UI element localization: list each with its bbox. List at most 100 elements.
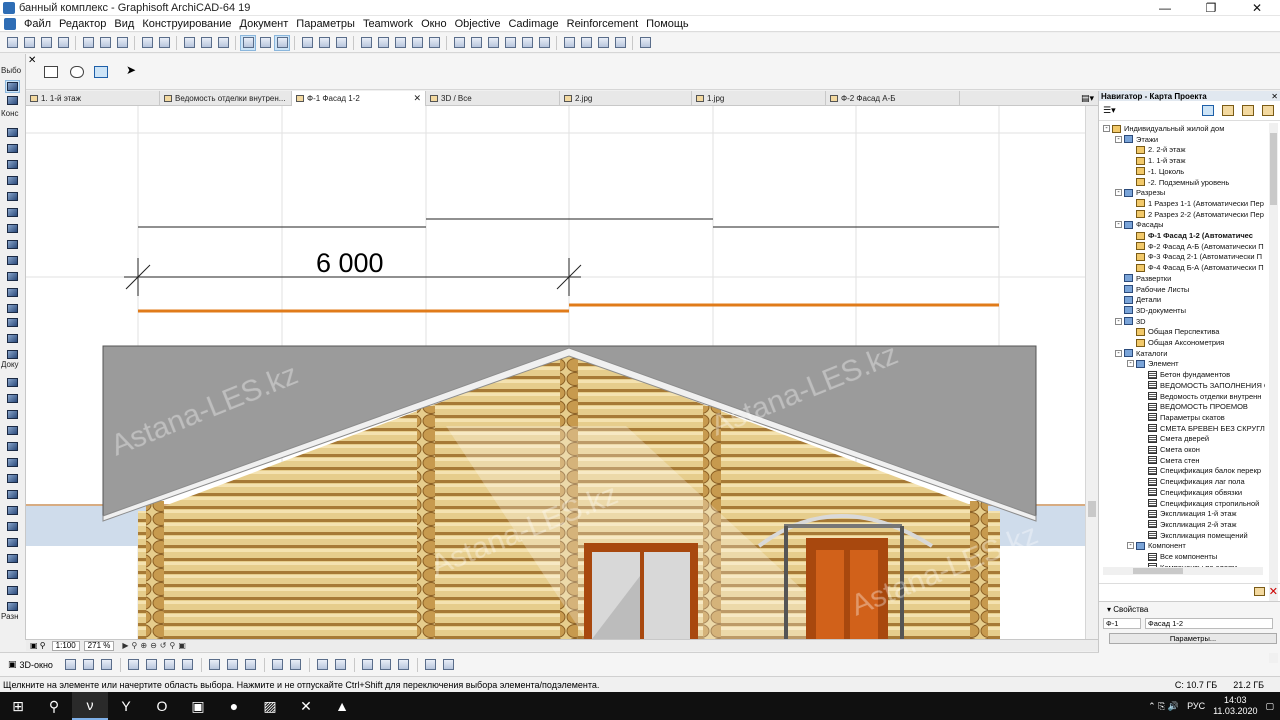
menu-item[interactable]: Reinforcement <box>563 18 643 30</box>
view-tab[interactable]: Ф-2 Фасад А-Б <box>826 91 960 106</box>
tree-toggle-icon[interactable]: - <box>1115 221 1122 229</box>
tree-scroll-thumb[interactable] <box>1270 133 1277 205</box>
zone-tool-icon[interactable] <box>5 332 20 345</box>
print-icon[interactable] <box>55 35 71 51</box>
zoom-tools-icon[interactable]: ▶⚲⊕⊖↺⚲▣ <box>122 641 189 650</box>
infobox-close-icon[interactable]: ✕ <box>28 55 36 66</box>
whatsapp-icon[interactable]: ● <box>216 692 252 720</box>
menu-item[interactable]: Редактор <box>55 18 110 30</box>
zoom-area-icon[interactable] <box>270 657 286 673</box>
menu-item[interactable]: Окно <box>417 18 451 30</box>
save-icon[interactable] <box>38 35 54 51</box>
dimension-icon[interactable] <box>225 657 241 673</box>
tree-node[interactable]: Спецификация стропильной <box>1139 498 1259 509</box>
layer-icon[interactable] <box>240 34 256 51</box>
close-button[interactable]: ✕ <box>1234 0 1280 16</box>
stretch-icon[interactable] <box>536 35 552 51</box>
stair-tool-icon[interactable] <box>5 222 20 235</box>
trace-icon[interactable] <box>637 35 653 51</box>
view-tab[interactable]: 3D / Все <box>426 91 560 106</box>
view-tab[interactable]: Ф-1 Фасад 1-2 ✕ <box>292 91 426 106</box>
layout-icon[interactable] <box>441 657 457 673</box>
object-tool-icon[interactable] <box>5 316 20 329</box>
project-map-icon[interactable] <box>1202 105 1214 116</box>
marquee-tool-icon[interactable] <box>5 94 20 107</box>
beam-tool-icon[interactable] <box>5 190 20 203</box>
tree-node[interactable]: Спецификация лаг пола <box>1139 476 1245 487</box>
tree-node[interactable]: 2 Разрез 2-2 (Автоматически Пер <box>1127 209 1264 220</box>
tree-hscroll-thumb[interactable] <box>1133 568 1183 574</box>
mirror-icon[interactable] <box>485 35 501 51</box>
offset-icon[interactable] <box>519 35 535 51</box>
properties-toggle-icon[interactable]: ▾ <box>1107 605 1111 614</box>
pick-icon[interactable] <box>198 35 214 51</box>
tree-node[interactable]: 1. 1-й этаж <box>1127 155 1185 166</box>
elevate-icon[interactable] <box>502 35 518 51</box>
door-tool-icon[interactable] <box>5 142 20 155</box>
tree-node[interactable]: Ф-3 Фасад 2-1 (Автоматически П <box>1127 251 1262 262</box>
fill-tool-icon[interactable] <box>5 440 20 453</box>
structure-display-icon[interactable] <box>144 657 160 673</box>
layout-book-icon[interactable] <box>1242 105 1254 116</box>
menu-item[interactable]: Вид <box>110 18 138 30</box>
tabs-menu-icon[interactable]: ▤▾ <box>1081 93 1094 104</box>
suspend-groups-icon[interactable] <box>392 35 408 51</box>
tree-toggle-icon[interactable]: - <box>1127 360 1134 368</box>
label-tool-icon[interactable] <box>5 424 20 437</box>
tree-node[interactable]: СМЕТА БРЕВЕН БЕЗ СКРУГЛЕН <box>1139 423 1265 434</box>
roof-tool-icon[interactable] <box>5 238 20 251</box>
view-tab[interactable]: 1. 1-й этаж <box>26 91 160 106</box>
marquee-polygon-icon[interactable] <box>70 66 84 78</box>
window-tool-icon[interactable] <box>5 158 20 171</box>
line-tool-icon[interactable] <box>5 456 20 469</box>
publisher-icon[interactable] <box>1262 105 1274 116</box>
cadimage-icon[interactable]: ✕ <box>288 692 324 720</box>
arrow-tool-icon[interactable] <box>5 80 20 93</box>
distribute-icon[interactable] <box>333 35 349 51</box>
dimension-tool-icon[interactable] <box>5 376 20 389</box>
tree-node[interactable]: Спецификация балок перекр <box>1139 465 1261 476</box>
elevation-view-icon[interactable] <box>333 657 349 673</box>
scroll-thumb[interactable] <box>1088 501 1096 517</box>
marquee-single-icon[interactable] <box>44 66 58 78</box>
menu-item[interactable]: Документ <box>236 18 293 30</box>
menu-item[interactable]: Cadimage <box>504 18 562 30</box>
navigator-menu-icon[interactable]: ☰▾ <box>1103 105 1116 116</box>
tree-node[interactable]: Бетон фундаментов <box>1139 369 1230 380</box>
drag-icon[interactable] <box>451 35 467 51</box>
cut-icon[interactable] <box>80 35 96 51</box>
clock[interactable]: 14:03 11.03.2020 <box>1213 695 1257 717</box>
marquee-icon[interactable] <box>315 657 331 673</box>
tree-node[interactable]: 2. 2-й этаж <box>1127 144 1185 155</box>
navigator-close-icon[interactable]: ✕ <box>1271 92 1278 101</box>
tree-node[interactable]: - Этажи <box>1115 134 1158 145</box>
menu-item[interactable]: Параметры <box>292 18 359 30</box>
tree-toggle-icon[interactable]: - <box>1115 349 1122 357</box>
yandex-browser-icon[interactable]: Y <box>108 692 144 720</box>
tree-node[interactable]: Ф-1 Фасад 1-2 (Автоматичес <box>1127 230 1253 241</box>
unlock-icon[interactable] <box>426 35 442 51</box>
tree-node[interactable]: -2. Подземный уровень <box>1127 177 1229 188</box>
menu-item[interactable]: Teamwork <box>359 18 417 30</box>
tree-horizontal-scrollbar[interactable] <box>1103 567 1263 575</box>
new-folder-icon[interactable] <box>1254 587 1265 596</box>
find-icon[interactable] <box>181 35 197 51</box>
opera-icon[interactable]: O <box>144 692 180 720</box>
tree-node[interactable]: Смета окон <box>1139 444 1200 455</box>
tree-node[interactable]: 1 Разрез 1-1 (Автоматически Пер <box>1127 198 1264 209</box>
tree-node[interactable]: - Индивидуальный жилой дом <box>1103 123 1224 134</box>
3d-window-button[interactable]: ▣ 3D-окно <box>8 659 53 670</box>
tree-node[interactable]: Ф-4 Фасад Б-А (Автоматически П <box>1127 262 1264 273</box>
view-settings-button[interactable]: Параметры... <box>1109 633 1277 644</box>
model-view-icon[interactable] <box>81 657 97 673</box>
tree-toggle-icon[interactable]: - <box>1103 125 1110 132</box>
column-tool-icon[interactable] <box>5 174 20 187</box>
view-id-field[interactable]: Ф-1 <box>1103 618 1141 629</box>
redo-icon[interactable] <box>156 35 172 51</box>
tree-toggle-icon[interactable]: - <box>1127 542 1134 550</box>
maximize-button[interactable]: ❐ <box>1188 0 1234 16</box>
section-icon[interactable] <box>595 35 611 51</box>
tree-node[interactable]: ВЕДОМОСТЬ ЗАПОЛНЕНИЯ ОП <box>1139 380 1265 391</box>
search-icon[interactable]: ⚲ <box>36 692 72 720</box>
input-language[interactable]: РУС <box>1187 701 1205 711</box>
